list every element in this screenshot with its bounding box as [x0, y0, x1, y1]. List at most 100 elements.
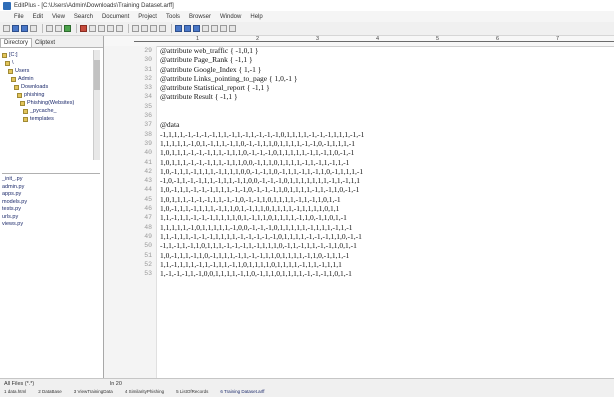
- toolbar: [0, 22, 614, 36]
- toolbar-divider: [42, 24, 43, 33]
- tree-item-label: templates: [30, 116, 54, 122]
- menu-file[interactable]: File: [14, 14, 24, 20]
- tree-item[interactable]: \: [2, 59, 98, 67]
- menu-tools[interactable]: Tools: [166, 14, 180, 20]
- print-preview-icon[interactable]: [55, 25, 62, 32]
- goto-icon[interactable]: [159, 25, 166, 32]
- line-text[interactable]: 1,0,1,1,1,-1,-1,-1,1,1,-1,1,1,0,-1,-1,-1…: [160, 148, 354, 157]
- file-item[interactable]: urls.py: [2, 214, 98, 222]
- line-number: 50: [144, 242, 152, 250]
- line-text[interactable]: 1,1,1,1,1,-1,0,1,-1,1,1,-1,1,0,-1,-1,1,1…: [160, 139, 355, 148]
- line-text[interactable]: 1,-1,-1,-1,1,-1,0,0,1,1,1,1,-1,1,0,-1,1,…: [160, 269, 352, 278]
- replace-icon[interactable]: [141, 25, 148, 32]
- menu-browser[interactable]: Browser: [189, 14, 211, 20]
- browser-icon[interactable]: [211, 25, 218, 32]
- tree-item[interactable]: _pycache_: [2, 107, 98, 115]
- menu-edit[interactable]: Edit: [33, 14, 43, 20]
- tree-scrollbar[interactable]: [93, 50, 100, 160]
- line-text[interactable]: 1,1,-1,1,1,-1,-1,-1,1,1,1,1,0,1,-1,1,1,0…: [160, 213, 347, 222]
- tree-item[interactable]: phishing: [2, 91, 98, 99]
- line-text[interactable]: 1,1,-1,1,1,1,-1,1,-1,1,1,-1,1,0,1,1,1,1,…: [160, 260, 342, 269]
- line-text[interactable]: @attribute Statistical_report { -1,1 }: [160, 83, 270, 92]
- open-folder-icon[interactable]: [12, 25, 19, 32]
- file-item[interactable]: admin.py: [2, 184, 98, 192]
- doc-tab[interactable]: 3 ViewTrainingData: [74, 389, 113, 394]
- spellcheck-icon[interactable]: [64, 25, 71, 32]
- fullscreen-icon[interactable]: [202, 25, 209, 32]
- line-text[interactable]: -1,0,-1,1,-1,-1,1,1,-1,1,1,-1,1,0,0,-1,-…: [160, 176, 360, 185]
- doc-tab[interactable]: 2 DataBase: [38, 389, 62, 394]
- save-all-icon[interactable]: [30, 25, 37, 32]
- line-number-icon[interactable]: [193, 25, 200, 32]
- undo-icon[interactable]: [107, 25, 114, 32]
- menu-document[interactable]: Document: [102, 14, 129, 20]
- menu-search[interactable]: Search: [74, 14, 93, 20]
- tree-item[interactable]: templates: [2, 115, 98, 123]
- tab-cliptext[interactable]: Cliptext: [32, 39, 58, 47]
- tile-icon[interactable]: [220, 25, 227, 32]
- copy-icon[interactable]: [89, 25, 96, 32]
- file-item[interactable]: _init_.py: [2, 176, 98, 184]
- code-line: 52 1,1,-1,1,1,1,-1,1,-1,1,1,-1,1,0,1,1,1,…: [104, 260, 614, 269]
- help-icon[interactable]: [229, 25, 236, 32]
- find-icon[interactable]: [132, 25, 139, 32]
- toolbar-divider: [76, 24, 77, 33]
- tab-directory[interactable]: Directory: [0, 38, 33, 47]
- line-number: 42: [144, 167, 152, 175]
- code-line: 36: [104, 111, 614, 120]
- line-text[interactable]: 1,0,-1,1,1,-1,1,0,-1,1,1,1,-1,1,-1,-1,1,…: [160, 251, 349, 260]
- tree-item[interactable]: Downloads: [2, 83, 98, 91]
- tree-item[interactable]: Users: [2, 67, 98, 75]
- code-line: 43 -1,0,-1,1,-1,-1,1,1,-1,1,1,-1,1,0,0,-1…: [104, 176, 614, 185]
- word-wrap-icon[interactable]: [175, 25, 182, 32]
- menu-help[interactable]: Help: [250, 14, 262, 20]
- find-next-icon[interactable]: [150, 25, 157, 32]
- editor-pane[interactable]: 1 2 3 4 5 6 7 29 @attribute web_traffic {…: [104, 36, 614, 378]
- line-text[interactable]: 1,1,1,1,1,-1,0,1,1,1,1,1,-1,0,0,-1,-1,-1…: [160, 223, 352, 232]
- line-text[interactable]: 1,0,-1,1,1,-1,-1,-1,1,1,1,-1,-1,0,-1,-1,…: [160, 185, 359, 194]
- tree-item[interactable]: Phishing(Websites): [2, 99, 98, 107]
- document-tabs: 1 data.html 2 DataBase 3 ViewTrainingDat…: [0, 387, 614, 396]
- file-list: _init_.py admin.py apps.py models.py tes…: [2, 176, 98, 376]
- scroll-thumb[interactable]: [94, 60, 100, 90]
- paste-icon[interactable]: [98, 25, 105, 32]
- doc-tab[interactable]: 1 data.html: [4, 389, 26, 394]
- line-text[interactable]: 1,0,1,1,1,-1,-1,-1,1,1,-1,1,1,0,0,-1,1,1…: [160, 158, 349, 167]
- ruler-icon[interactable]: [184, 25, 191, 32]
- cut-icon[interactable]: [80, 25, 87, 32]
- line-number: 44: [144, 186, 152, 194]
- doc-tab[interactable]: 5 ListOfRecords: [176, 389, 208, 394]
- file-item[interactable]: tests.py: [2, 206, 98, 214]
- line-text[interactable]: 1,1,-1,1,1,-1,-1,-1,1,1,1,1,-1,-1,-1,-1,…: [160, 232, 362, 241]
- code-line: 51 1,0,-1,1,1,-1,1,0,-1,1,1,1,-1,1,-1,-1,…: [104, 251, 614, 260]
- menu-bar: File Edit View Search Document Project T…: [0, 11, 614, 22]
- line-text[interactable]: @data: [160, 120, 179, 129]
- line-text[interactable]: @attribute Google_Index { 1,-1 }: [160, 65, 261, 74]
- redo-icon[interactable]: [116, 25, 123, 32]
- line-text[interactable]: 1,0,1,1,1,-1,-1,-1,1,1,-1,-1,0,-1,-1,1,0…: [160, 195, 341, 204]
- line-text[interactable]: 1,0,-1,1,1,-1,1,1,1,-1,1,1,0,1,-1,1,1,0,…: [160, 204, 339, 213]
- menu-window[interactable]: Window: [220, 14, 241, 20]
- line-text[interactable]: @attribute Page_Rank { -1,1 }: [160, 55, 253, 64]
- file-item[interactable]: models.py: [2, 199, 98, 207]
- line-text[interactable]: -1,1,1,1,-1,-1,-1,-1,1,1,-1,1,-1,1,-1,-1…: [160, 130, 364, 139]
- file-item[interactable]: views.py: [2, 221, 98, 229]
- print-icon[interactable]: [46, 25, 53, 32]
- tree-item[interactable]: Admin: [2, 75, 98, 83]
- file-item[interactable]: apps.py: [2, 191, 98, 199]
- line-text[interactable]: @attribute web_traffic { -1,0,1 }: [160, 46, 259, 55]
- menu-project[interactable]: Project: [138, 14, 157, 20]
- tree-item[interactable]: [C:]: [2, 51, 98, 59]
- menu-view[interactable]: View: [52, 14, 65, 20]
- doc-tab-active[interactable]: 6 Training Dataset.arff: [220, 389, 264, 394]
- doc-tab[interactable]: 4 SimilarityPhishing: [125, 389, 164, 394]
- new-file-icon[interactable]: [3, 25, 10, 32]
- line-text[interactable]: @attribute Links_pointing_to_page { 1,0,…: [160, 74, 297, 83]
- save-icon[interactable]: [21, 25, 28, 32]
- line-text[interactable]: 1,0,-1,1,1,-1,1,1,1,-1,1,1,1,0,0,-1,-1,1…: [160, 167, 363, 176]
- line-text[interactable]: -1,1,-1,1,-1,1,0,1,1,1,-1,-1,-1,1,-1,1,1…: [160, 241, 357, 250]
- pane-divider[interactable]: [2, 173, 100, 174]
- line-number: 51: [144, 251, 152, 259]
- code-line: 44 1,0,-1,1,1,-1,-1,-1,1,1,1,-1,-1,0,-1,-…: [104, 185, 614, 194]
- line-text[interactable]: @attribute Result { -1,1 }: [160, 92, 238, 101]
